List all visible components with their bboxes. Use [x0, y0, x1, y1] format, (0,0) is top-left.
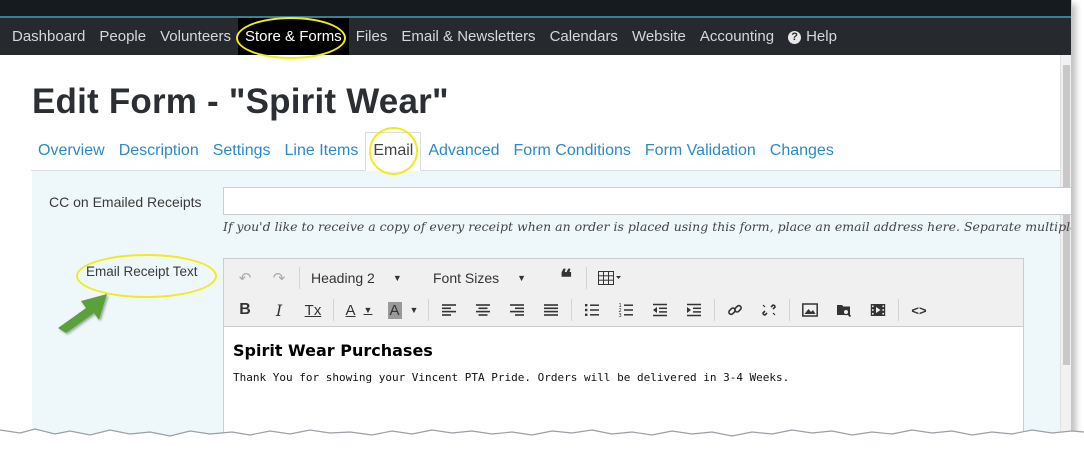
indent-icon[interactable]	[682, 298, 706, 322]
vertical-scrollbar[interactable]	[1060, 55, 1071, 440]
table-icon[interactable]	[595, 266, 625, 290]
tab-line-items[interactable]: Line Items	[278, 132, 366, 170]
align-justify-icon[interactable]	[539, 298, 563, 322]
top-strip	[0, 0, 1071, 18]
outdent-icon[interactable]	[648, 298, 672, 322]
app-window: Dashboard People Volunteers Store & Form…	[0, 0, 1072, 440]
undo-icon[interactable]: ↶	[233, 266, 257, 290]
scrollbar-thumb[interactable]	[1063, 65, 1070, 365]
table-grid-icon	[598, 271, 621, 285]
text-color-glyph: A	[345, 301, 356, 319]
media-search-icon[interactable]	[832, 298, 856, 322]
nav-email-newsletters[interactable]: Email & Newsletters	[394, 18, 542, 55]
nav-files[interactable]: Files	[349, 18, 395, 55]
font-size-value: Font Sizes	[433, 270, 500, 286]
tab-form-conditions[interactable]: Form Conditions	[507, 132, 638, 170]
form-tabs: Overview Description Settings Line Items…	[31, 132, 1060, 171]
nav-volunteers[interactable]: Volunteers	[153, 18, 238, 55]
clear-format-icon[interactable]: Tx	[301, 298, 325, 322]
italic-icon[interactable]: I	[267, 298, 291, 322]
nav-website[interactable]: Website	[625, 18, 693, 55]
video-icon[interactable]	[866, 298, 890, 322]
redo-icon[interactable]: ↷	[267, 266, 291, 290]
rich-text-editor: ↶ ↷ Heading 2 ▼ Font Sizes ▼ ❝ B I Tx A ▼ A…	[223, 258, 1024, 440]
main-nav: Dashboard People Volunteers Store & Form…	[0, 18, 1071, 55]
tab-form-validation[interactable]: Form Validation	[638, 132, 763, 170]
toolbar-divider	[789, 299, 790, 321]
background-color-icon[interactable]: A ▼	[386, 298, 420, 322]
font-size-select[interactable]: Font Sizes ▼	[425, 270, 549, 286]
align-center-icon[interactable]	[471, 298, 495, 322]
block-format-value: Heading 2	[311, 270, 375, 286]
cc-label: CC on Emailed Receipts	[49, 194, 202, 210]
align-right-icon[interactable]	[505, 298, 529, 322]
email-receipt-label: Email Receipt Text	[86, 264, 198, 279]
align-left-icon[interactable]	[437, 298, 461, 322]
page-title: Edit Form - "Spirit Wear"	[32, 82, 449, 121]
nav-accounting[interactable]: Accounting	[693, 18, 781, 55]
cc-email-input[interactable]	[223, 187, 1071, 215]
nav-dashboard[interactable]: Dashboard	[0, 18, 92, 55]
tab-advanced[interactable]: Advanced	[421, 132, 506, 170]
content-heading: Spirit Wear Purchases	[233, 341, 433, 360]
toolbar-divider	[428, 299, 429, 321]
toolbar-divider	[571, 299, 572, 321]
tab-description[interactable]: Description	[112, 132, 206, 170]
nav-help[interactable]: ? Help	[781, 18, 844, 55]
editor-content[interactable]: Spirit Wear Purchases Thank You for show…	[224, 327, 1023, 398]
tab-overview[interactable]: Overview	[31, 132, 112, 170]
blockquote-icon[interactable]: ❝	[554, 265, 578, 291]
block-format-select[interactable]: Heading 2 ▼	[303, 270, 417, 286]
chevron-down-icon: ▼	[517, 273, 527, 283]
link-icon[interactable]	[723, 298, 747, 322]
chevron-down-icon: ▼	[409, 305, 419, 315]
toolbar-divider	[714, 299, 715, 321]
chevron-down-icon: ▼	[392, 273, 402, 283]
tab-email[interactable]: Email	[365, 132, 422, 171]
toolbar-divider	[586, 267, 587, 289]
chevron-down-icon: ▼	[363, 305, 373, 315]
editor-toolbar: ↶ ↷ Heading 2 ▼ Font Sizes ▼ ❝ B I Tx A ▼ A…	[224, 259, 1023, 327]
bold-icon[interactable]: B	[233, 298, 257, 322]
torn-edge	[0, 428, 1084, 449]
svg-text:3: 3	[619, 313, 622, 317]
source-code-icon[interactable]: <>	[907, 298, 931, 322]
nav-people[interactable]: People	[92, 18, 153, 55]
text-color-icon[interactable]: A ▼	[342, 298, 376, 322]
tab-changes[interactable]: Changes	[763, 132, 841, 170]
content-body: Thank You for showing your Vincent PTA P…	[233, 371, 790, 384]
green-arrow-icon	[58, 294, 107, 333]
nav-calendars[interactable]: Calendars	[543, 18, 625, 55]
help-icon: ?	[788, 31, 802, 44]
numbered-list-icon[interactable]: 123	[614, 298, 638, 322]
toolbar-divider	[299, 267, 300, 289]
bullet-list-icon[interactable]	[580, 298, 604, 322]
nav-store-forms[interactable]: Store & Forms	[238, 18, 349, 55]
toolbar-divider	[333, 299, 334, 321]
image-icon[interactable]	[798, 298, 822, 322]
unlink-icon[interactable]	[757, 298, 781, 322]
nav-help-label: Help	[806, 28, 837, 45]
cc-help-text: If you'd like to receive a copy of every…	[223, 219, 1072, 234]
toolbar-divider	[898, 299, 899, 321]
tab-settings[interactable]: Settings	[206, 132, 278, 170]
bg-color-glyph: A	[387, 301, 402, 319]
